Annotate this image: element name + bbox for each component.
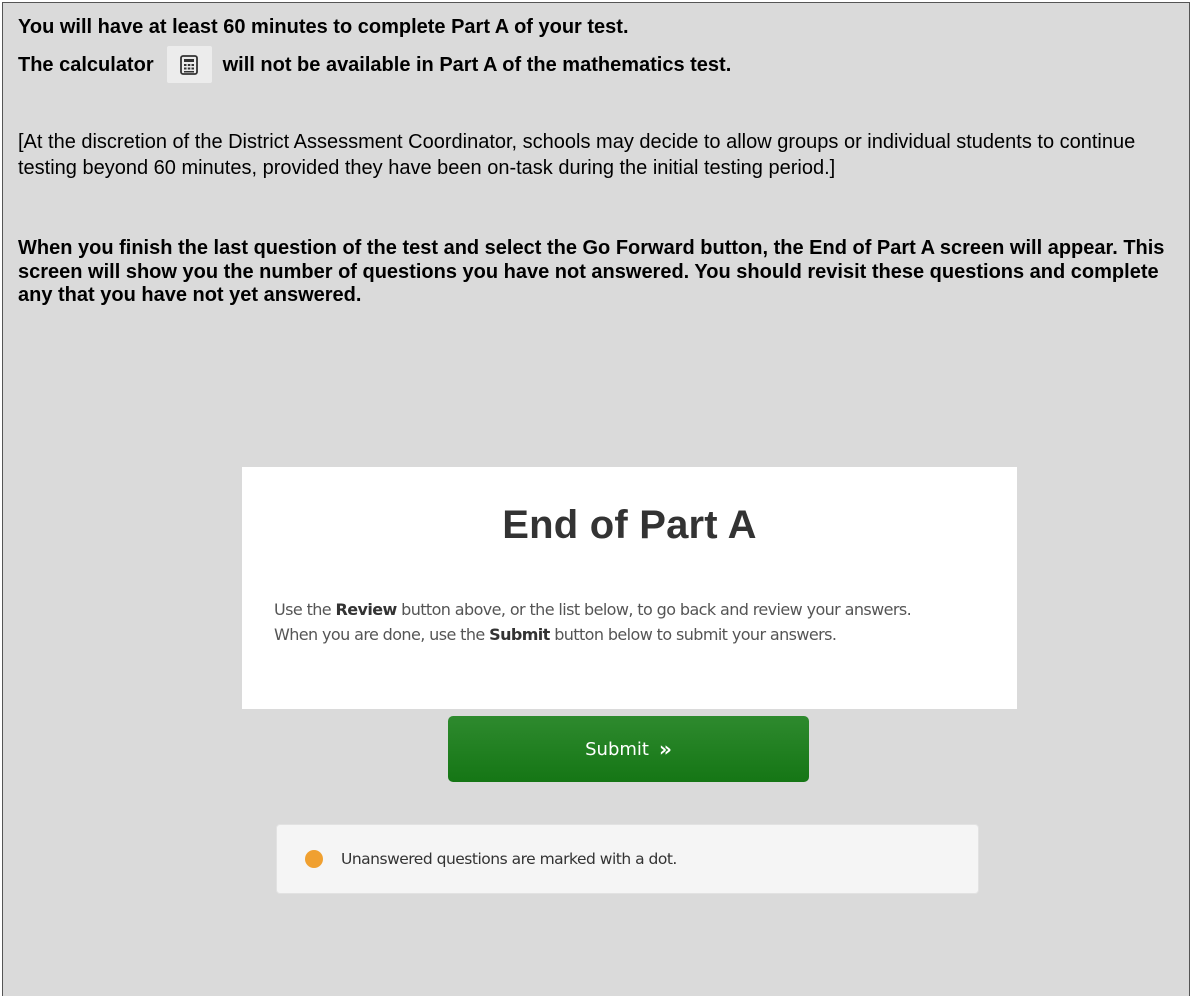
unanswered-dot-icon bbox=[305, 850, 323, 868]
end-screen-title: End of Part A bbox=[502, 503, 757, 547]
calculator-notice-before: The calculator bbox=[18, 53, 154, 76]
legend-text: Unanswered questions are marked with a d… bbox=[341, 850, 677, 868]
submit-word: Submit bbox=[489, 625, 550, 644]
end-of-part-screenshot: End of Part A Use the Review button abov… bbox=[242, 467, 1017, 894]
submit-label: Submit bbox=[585, 738, 649, 760]
desc1-post: button above, or the list below, to go b… bbox=[396, 600, 912, 619]
review-word: Review bbox=[335, 600, 398, 619]
double-chevron-right-icon: » bbox=[658, 737, 672, 761]
unanswered-legend: Unanswered questions are marked with a d… bbox=[276, 824, 979, 894]
submit-button[interactable]: Submit » bbox=[448, 716, 809, 782]
end-screen-desc-line1: Use the Review button above, or the list… bbox=[274, 597, 994, 622]
end-screen-description: Use the Review button above, or the list… bbox=[274, 597, 994, 647]
calculator-notice-after: will not be available in Part A of the m… bbox=[222, 53, 732, 76]
desc1-pre: Use the bbox=[274, 600, 336, 619]
instructions-frame: You will have at least 60 minutes to com… bbox=[2, 2, 1190, 996]
time-notice: You will have at least 60 minutes to com… bbox=[18, 16, 629, 38]
desc2-pre: When you are done, use the bbox=[274, 625, 490, 644]
calculator-icon bbox=[166, 46, 212, 83]
end-screen-desc-line2: When you are done, use the Submit button… bbox=[274, 622, 994, 647]
discretion-note: [At the discretion of the District Asses… bbox=[18, 131, 1136, 179]
finish-instructions: When you finish the last question of the… bbox=[18, 237, 1165, 306]
calculator-notice: The calculator will not be available in … bbox=[18, 46, 731, 83]
desc2-post: button below to submit your answers. bbox=[549, 625, 837, 644]
